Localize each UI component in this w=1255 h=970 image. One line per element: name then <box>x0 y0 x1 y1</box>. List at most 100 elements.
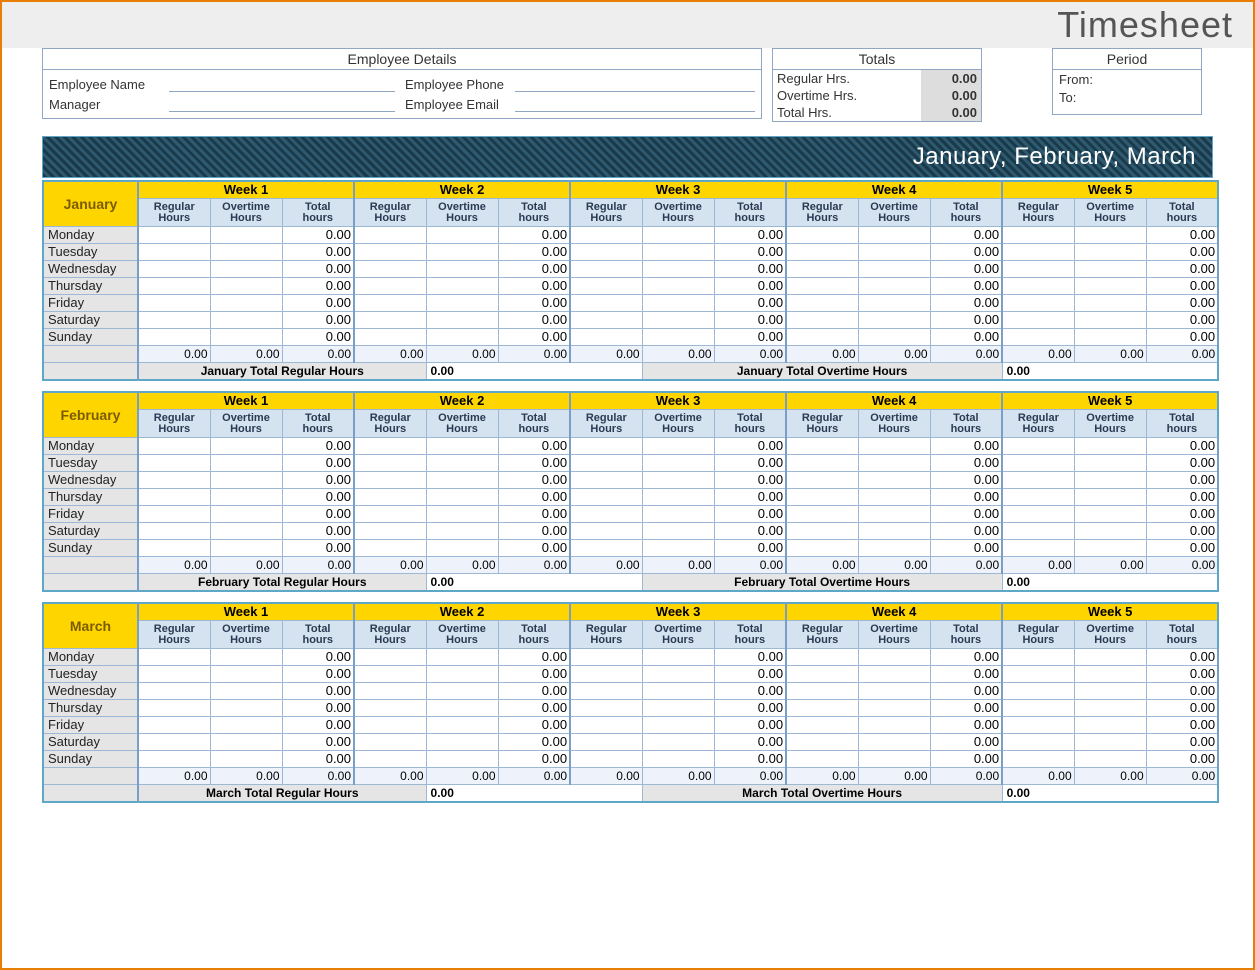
overtime-hours-cell[interactable] <box>1074 716 1146 733</box>
overtime-hours-cell[interactable] <box>642 260 714 277</box>
overtime-hours-cell[interactable] <box>642 277 714 294</box>
regular-hours-cell[interactable] <box>354 226 426 243</box>
overtime-hours-cell[interactable] <box>858 277 930 294</box>
regular-hours-cell[interactable] <box>354 311 426 328</box>
regular-hours-cell[interactable] <box>786 699 858 716</box>
regular-hours-cell[interactable] <box>354 716 426 733</box>
regular-hours-cell[interactable] <box>570 437 642 454</box>
regular-hours-cell[interactable] <box>138 699 210 716</box>
overtime-hours-cell[interactable] <box>210 454 282 471</box>
overtime-hours-cell[interactable] <box>1074 733 1146 750</box>
overtime-hours-cell[interactable] <box>426 243 498 260</box>
overtime-hours-cell[interactable] <box>858 682 930 699</box>
employee-name-input[interactable] <box>169 78 395 92</box>
overtime-hours-cell[interactable] <box>858 505 930 522</box>
overtime-hours-cell[interactable] <box>642 471 714 488</box>
regular-hours-cell[interactable] <box>570 243 642 260</box>
overtime-hours-cell[interactable] <box>426 682 498 699</box>
regular-hours-cell[interactable] <box>1002 665 1074 682</box>
regular-hours-cell[interactable] <box>1002 260 1074 277</box>
overtime-hours-cell[interactable] <box>1074 243 1146 260</box>
overtime-hours-cell[interactable] <box>210 750 282 767</box>
overtime-hours-cell[interactable] <box>642 716 714 733</box>
regular-hours-cell[interactable] <box>786 522 858 539</box>
overtime-hours-cell[interactable] <box>210 328 282 345</box>
regular-hours-cell[interactable] <box>570 471 642 488</box>
regular-hours-cell[interactable] <box>1002 454 1074 471</box>
overtime-hours-cell[interactable] <box>1074 260 1146 277</box>
overtime-hours-cell[interactable] <box>642 294 714 311</box>
regular-hours-cell[interactable] <box>570 328 642 345</box>
overtime-hours-cell[interactable] <box>210 522 282 539</box>
overtime-hours-cell[interactable] <box>426 471 498 488</box>
regular-hours-cell[interactable] <box>138 226 210 243</box>
overtime-hours-cell[interactable] <box>642 328 714 345</box>
regular-hours-cell[interactable] <box>1002 505 1074 522</box>
regular-hours-cell[interactable] <box>1002 311 1074 328</box>
overtime-hours-cell[interactable] <box>426 488 498 505</box>
overtime-hours-cell[interactable] <box>426 699 498 716</box>
regular-hours-cell[interactable] <box>354 699 426 716</box>
overtime-hours-cell[interactable] <box>426 294 498 311</box>
overtime-hours-cell[interactable] <box>1074 522 1146 539</box>
regular-hours-cell[interactable] <box>786 505 858 522</box>
overtime-hours-cell[interactable] <box>642 750 714 767</box>
regular-hours-cell[interactable] <box>354 294 426 311</box>
overtime-hours-cell[interactable] <box>642 243 714 260</box>
overtime-hours-cell[interactable] <box>642 699 714 716</box>
overtime-hours-cell[interactable] <box>1074 648 1146 665</box>
regular-hours-cell[interactable] <box>138 733 210 750</box>
overtime-hours-cell[interactable] <box>426 277 498 294</box>
overtime-hours-cell[interactable] <box>210 260 282 277</box>
overtime-hours-cell[interactable] <box>1074 454 1146 471</box>
overtime-hours-cell[interactable] <box>1074 699 1146 716</box>
overtime-hours-cell[interactable] <box>426 522 498 539</box>
overtime-hours-cell[interactable] <box>426 260 498 277</box>
regular-hours-cell[interactable] <box>354 260 426 277</box>
regular-hours-cell[interactable] <box>570 277 642 294</box>
overtime-hours-cell[interactable] <box>858 294 930 311</box>
overtime-hours-cell[interactable] <box>210 716 282 733</box>
overtime-hours-cell[interactable] <box>642 682 714 699</box>
regular-hours-cell[interactable] <box>138 522 210 539</box>
regular-hours-cell[interactable] <box>786 277 858 294</box>
regular-hours-cell[interactable] <box>570 311 642 328</box>
regular-hours-cell[interactable] <box>1002 648 1074 665</box>
regular-hours-cell[interactable] <box>354 733 426 750</box>
overtime-hours-cell[interactable] <box>858 226 930 243</box>
overtime-hours-cell[interactable] <box>210 437 282 454</box>
regular-hours-cell[interactable] <box>570 733 642 750</box>
overtime-hours-cell[interactable] <box>858 665 930 682</box>
regular-hours-cell[interactable] <box>570 699 642 716</box>
regular-hours-cell[interactable] <box>354 665 426 682</box>
overtime-hours-cell[interactable] <box>426 750 498 767</box>
regular-hours-cell[interactable] <box>786 294 858 311</box>
regular-hours-cell[interactable] <box>138 294 210 311</box>
regular-hours-cell[interactable] <box>138 682 210 699</box>
regular-hours-cell[interactable] <box>1002 539 1074 556</box>
overtime-hours-cell[interactable] <box>1074 682 1146 699</box>
regular-hours-cell[interactable] <box>138 750 210 767</box>
overtime-hours-cell[interactable] <box>858 648 930 665</box>
regular-hours-cell[interactable] <box>138 437 210 454</box>
regular-hours-cell[interactable] <box>354 505 426 522</box>
overtime-hours-cell[interactable] <box>426 311 498 328</box>
regular-hours-cell[interactable] <box>1002 699 1074 716</box>
overtime-hours-cell[interactable] <box>858 260 930 277</box>
overtime-hours-cell[interactable] <box>858 699 930 716</box>
regular-hours-cell[interactable] <box>1002 277 1074 294</box>
regular-hours-cell[interactable] <box>138 488 210 505</box>
regular-hours-cell[interactable] <box>570 454 642 471</box>
regular-hours-cell[interactable] <box>1002 328 1074 345</box>
overtime-hours-cell[interactable] <box>642 539 714 556</box>
regular-hours-cell[interactable] <box>138 505 210 522</box>
overtime-hours-cell[interactable] <box>858 522 930 539</box>
regular-hours-cell[interactable] <box>1002 716 1074 733</box>
overtime-hours-cell[interactable] <box>210 226 282 243</box>
overtime-hours-cell[interactable] <box>858 311 930 328</box>
overtime-hours-cell[interactable] <box>642 454 714 471</box>
overtime-hours-cell[interactable] <box>1074 328 1146 345</box>
overtime-hours-cell[interactable] <box>858 454 930 471</box>
regular-hours-cell[interactable] <box>354 328 426 345</box>
overtime-hours-cell[interactable] <box>1074 226 1146 243</box>
